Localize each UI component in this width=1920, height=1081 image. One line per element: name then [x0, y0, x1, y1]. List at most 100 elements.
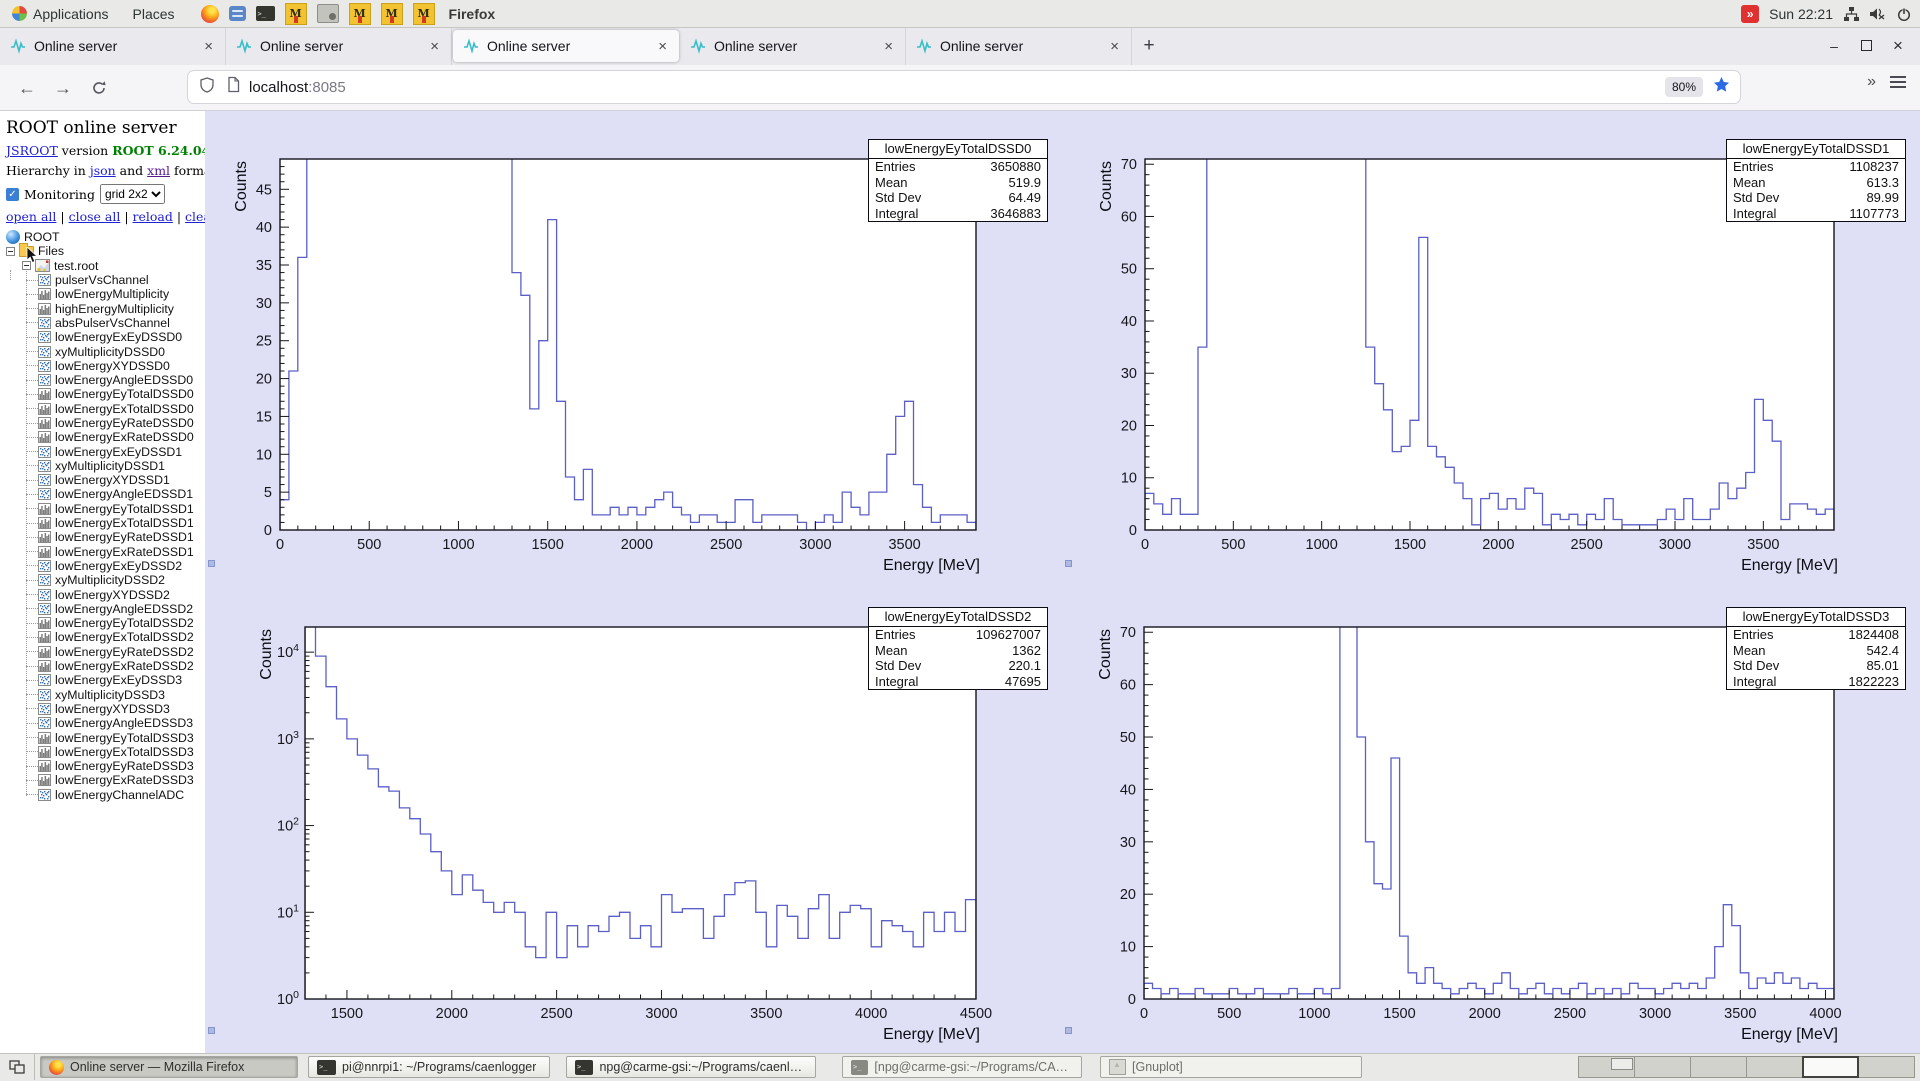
tab-online-server-4[interactable]: Online server ×	[680, 27, 906, 65]
zoom-level-badge[interactable]: 80%	[1664, 77, 1703, 97]
tree-item-lowEnergyExEyDSSD3[interactable]: lowEnergyExEyDSSD3	[0, 673, 205, 687]
tree-node-files[interactable]: Files	[0, 242, 205, 258]
action-close-all[interactable]: close all	[69, 209, 121, 224]
tree-item-lowEnergyExEyDSSD2[interactable]: lowEnergyExEyDSSD2	[0, 559, 205, 573]
tree-item-lowEnergyXYDSSD1[interactable]: lowEnergyXYDSSD1	[0, 473, 205, 487]
back-button[interactable]: ←	[12, 73, 42, 103]
plot-lowEnergyEyTotalDSSD2[interactable]: 1500 2000 2500 3000 3500 4000 4500 100 101 102 103…	[205, 581, 1062, 1053]
volume-muted-icon[interactable]	[1869, 6, 1886, 22]
stats-box-lowEnergyEyTotalDSSD0[interactable]: lowEnergyEyTotalDSSD0 Entries 3650880 Mean 5…	[868, 139, 1048, 222]
json-link[interactable]: json	[90, 163, 116, 178]
tree-node-test-root[interactable]: test.root	[0, 259, 205, 273]
taskbar-window-1[interactable]: Online server — Mozilla Firefox	[40, 1056, 298, 1078]
tree-item-lowEnergyExEyDSSD1[interactable]: lowEnergyExEyDSSD1	[0, 444, 205, 459]
tree-item-lowEnergyEyTotalDSSD1[interactable]: lowEnergyEyTotalDSSD1	[0, 502, 205, 516]
clock[interactable]: Sun 22:21	[1769, 6, 1833, 22]
workspace-cell-1[interactable]	[1578, 1056, 1635, 1078]
tab-online-server-5[interactable]: Online server ×	[906, 27, 1132, 65]
launcher-file-manager[interactable]	[228, 6, 246, 21]
workspace-cell-6[interactable]	[1858, 1056, 1915, 1078]
tree-item-lowEnergyAngleEDSSD1[interactable]: lowEnergyAngleEDSSD1	[0, 487, 205, 501]
collapse-expander[interactable]	[22, 261, 31, 271]
tree-item-lowEnergyEyRateDSSD2[interactable]: lowEnergyEyRateDSSD2	[0, 645, 205, 659]
tree-item-xyMultiplicityDSSD1[interactable]: xyMultiplicityDSSD1	[0, 459, 205, 473]
tree-item-lowEnergyAngleEDSSD0[interactable]: lowEnergyAngleEDSSD0	[0, 373, 205, 387]
tab-close-icon[interactable]: ×	[428, 38, 441, 55]
tree-node-root[interactable]: ROOT	[0, 230, 205, 245]
tree-item-lowEnergyEyRateDSSD1[interactable]: lowEnergyEyRateDSSD1	[0, 530, 205, 544]
tree-item-lowEnergyMultiplicity[interactable]: lowEnergyMultiplicity	[0, 287, 205, 301]
tree-item-highEnergyMultiplicity[interactable]: highEnergyMultiplicity	[0, 301, 205, 316]
tree-item-lowEnergyAngleEDSSD2[interactable]: lowEnergyAngleEDSSD2	[0, 602, 205, 616]
tree-item-lowEnergyXYDSSD2[interactable]: lowEnergyXYDSSD2	[0, 587, 205, 602]
taskbar-window-5[interactable]: [Gnuplot]	[1100, 1056, 1362, 1078]
tree-item-lowEnergyEyTotalDSSD0[interactable]: lowEnergyEyTotalDSSD0	[0, 387, 205, 401]
tree-item-xyMultiplicityDSSD2[interactable]: xyMultiplicityDSSD2	[0, 573, 205, 587]
plot-lowEnergyEyTotalDSSD0[interactable]: 0 500 1000 1500 2000 2500 3000 3500 0 5 10 15 20 25 30…	[205, 110, 1062, 581]
minimize-button[interactable]: –	[1826, 38, 1842, 54]
new-tab-button[interactable]: +	[1132, 27, 1166, 65]
tree-item-lowEnergyExTotalDSSD1[interactable]: lowEnergyExTotalDSSD1	[0, 516, 205, 530]
stats-box-lowEnergyEyTotalDSSD2[interactable]: lowEnergyEyTotalDSSD2 Entries 109627007 Mea…	[868, 607, 1048, 690]
tab-close-icon[interactable]: ×	[202, 38, 215, 55]
tree-item-lowEnergyExTotalDSSD3[interactable]: lowEnergyExTotalDSSD3	[0, 745, 205, 759]
tree-item-pulserVsChannel[interactable]: pulserVsChannel	[0, 273, 205, 287]
url-text[interactable]: localhost:8085	[249, 79, 346, 96]
launcher-midas[interactable]: M	[284, 2, 307, 25]
tab-close-icon[interactable]: ×	[1108, 38, 1121, 55]
tree-item-lowEnergyEyRateDSSD0[interactable]: lowEnergyEyRateDSSD0	[0, 416, 205, 430]
tree-item-lowEnergyAngleEDSSD3[interactable]: lowEnergyAngleEDSSD3	[0, 716, 205, 730]
tab-online-server-1[interactable]: Online server ×	[0, 27, 226, 65]
maximize-button[interactable]	[1858, 38, 1874, 54]
workspace-cell-4[interactable]	[1746, 1056, 1803, 1078]
tab-close-icon[interactable]: ×	[882, 38, 895, 55]
collapse-expander[interactable]	[6, 246, 15, 256]
places-menu[interactable]: Places	[121, 0, 187, 27]
applications-menu[interactable]: Applications	[0, 0, 121, 27]
taskbar-window-3[interactable]: >_ npg@carme-gsi:~/Programs/caenlog...	[566, 1056, 816, 1078]
tree-item-lowEnergyExTotalDSSD2[interactable]: lowEnergyExTotalDSSD2	[0, 630, 205, 644]
network-icon[interactable]	[1843, 6, 1859, 22]
workspace-cell-5[interactable]	[1802, 1056, 1859, 1078]
jsroot-link[interactable]: JSROOT	[6, 143, 58, 158]
launcher-midas[interactable]: M	[348, 2, 371, 25]
action-clear[interactable]: clear	[185, 209, 205, 224]
overflow-menu-icon[interactable]: »	[1867, 73, 1876, 91]
action-reload[interactable]: reload	[133, 209, 173, 224]
tree-item-lowEnergyEyTotalDSSD2[interactable]: lowEnergyEyTotalDSSD2	[0, 616, 205, 630]
xml-link[interactable]: xml	[147, 163, 170, 178]
launcher-screenshot[interactable]	[316, 4, 339, 23]
layout-select[interactable]: grid 2x2	[99, 184, 165, 204]
workspace-cell-2[interactable]	[1634, 1056, 1691, 1078]
tree-item-lowEnergyExRateDSSD1[interactable]: lowEnergyExRateDSSD1	[0, 545, 205, 559]
reload-button[interactable]	[84, 73, 114, 103]
forward-button[interactable]: →	[48, 73, 78, 103]
show-desktop-button[interactable]	[0, 1054, 35, 1080]
notification-badge-icon[interactable]: »	[1741, 4, 1760, 23]
launcher-midas[interactable]: M	[380, 2, 403, 25]
shield-icon[interactable]	[198, 76, 216, 99]
tree-item-absPulserVsChannel[interactable]: absPulserVsChannel	[0, 316, 205, 330]
stats-box-lowEnergyEyTotalDSSD1[interactable]: lowEnergyEyTotalDSSD1 Entries 1108237 Mean 6…	[1726, 139, 1906, 222]
tree-item-lowEnergyExRateDSSD0[interactable]: lowEnergyExRateDSSD0	[0, 430, 205, 444]
taskbar-window-2[interactable]: >_ pi@nnrpi1: ~/Programs/caenlogger	[308, 1056, 550, 1078]
tree-item-lowEnergyXYDSSD3[interactable]: lowEnergyXYDSSD3	[0, 702, 205, 716]
stats-box-lowEnergyEyTotalDSSD3[interactable]: lowEnergyEyTotalDSSD3 Entries 1824408 Mean 5…	[1726, 607, 1906, 690]
tree-item-lowEnergyEyRateDSSD3[interactable]: lowEnergyEyRateDSSD3	[0, 759, 205, 773]
power-icon[interactable]	[1896, 6, 1912, 22]
page-info-icon[interactable]	[226, 76, 241, 98]
tab-online-server-2[interactable]: Online server ×	[226, 27, 452, 65]
monitoring-checkbox[interactable]: ✓	[6, 187, 19, 201]
launcher-firefox[interactable]	[200, 4, 219, 23]
tree-item-lowEnergyExRateDSSD2[interactable]: lowEnergyExRateDSSD2	[0, 659, 205, 673]
plot-lowEnergyEyTotalDSSD3[interactable]: 0 500 1000 1500 2000 2500 3000 3500 4000 0 10 20 30 4…	[1062, 581, 1920, 1053]
tree-item-lowEnergyExTotalDSSD0[interactable]: lowEnergyExTotalDSSD0	[0, 402, 205, 416]
url-bar[interactable]: localhost:8085 80%	[188, 71, 1740, 103]
taskbar-window-4[interactable]: >_ [npg@carme-gsi:~/Programs/CARME...	[842, 1056, 1082, 1078]
tab-online-server-3[interactable]: Online server ×	[453, 30, 679, 62]
tree-item-lowEnergyExEyDSSD0[interactable]: lowEnergyExEyDSSD0	[0, 330, 205, 344]
tab-close-icon[interactable]: ×	[656, 38, 669, 55]
tree-item-xyMultiplicityDSSD3[interactable]: xyMultiplicityDSSD3	[0, 688, 205, 702]
tree-item-xyMultiplicityDSSD0[interactable]: xyMultiplicityDSSD0	[0, 344, 205, 359]
workspace-cell-3[interactable]	[1690, 1056, 1747, 1078]
